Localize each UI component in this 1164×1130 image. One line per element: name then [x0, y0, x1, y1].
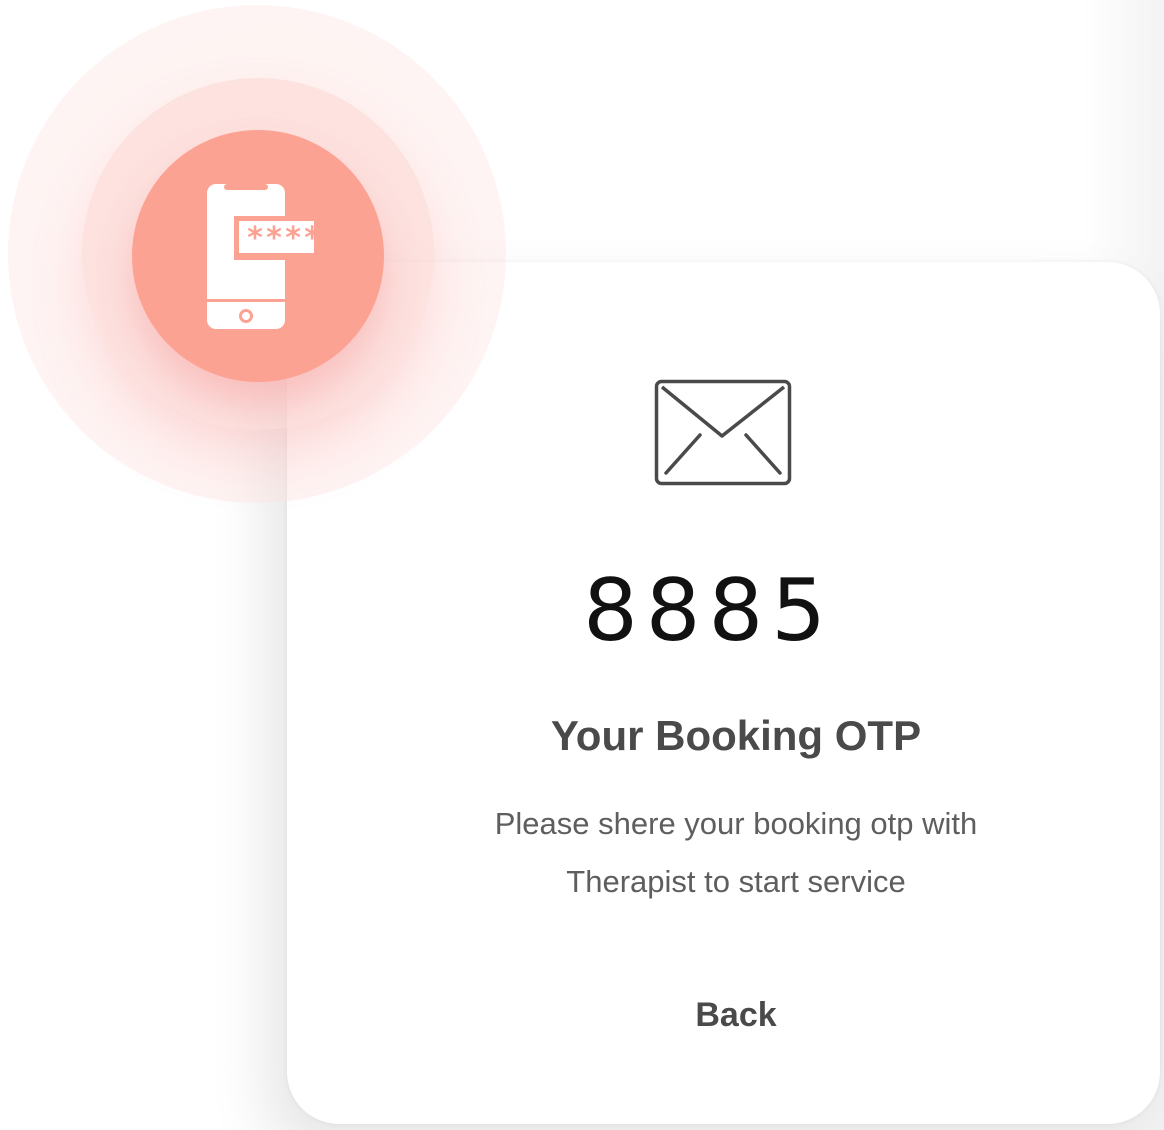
otp-mask-text: ****	[246, 221, 314, 256]
back-button[interactable]: Back	[636, 990, 836, 1040]
otp-code: 8885	[287, 568, 1160, 654]
otp-description-line-2: Therapist to start service	[566, 864, 906, 899]
otp-title: Your Booking OTP	[550, 712, 922, 759]
otp-badge: ****	[132, 130, 384, 382]
otp-code-value: 8885	[583, 561, 834, 661]
otp-description-line-1: Please shere your booking otp with	[494, 806, 978, 841]
phone-otp-icon: ****	[207, 184, 314, 329]
envelope-icon	[654, 379, 792, 486]
otp-description: Please shere your booking otp with Thera…	[450, 795, 1022, 911]
